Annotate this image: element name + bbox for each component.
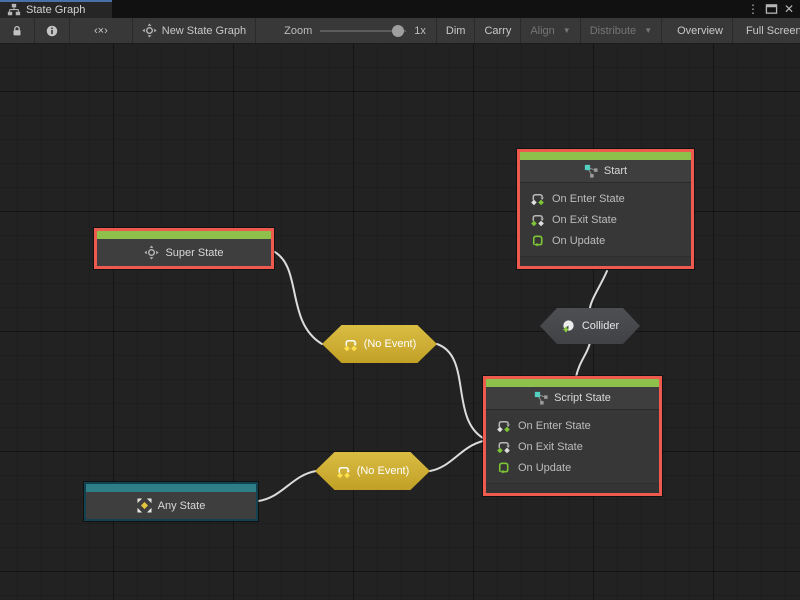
dim-button[interactable]: Dim [436, 18, 476, 43]
node-start-title: Start [604, 165, 627, 177]
wire-superstate-to-noevent1[interactable] [273, 251, 322, 344]
graph-hierarchy-icon [7, 3, 21, 17]
node-super-state-header[interactable]: Super State [97, 239, 271, 266]
tab-state-graph[interactable]: State Graph [0, 0, 112, 18]
maximize-icon[interactable] [765, 3, 778, 15]
node-any-state-title: Any State [158, 500, 206, 512]
distribute-button[interactable]: Distribute ▼ [581, 18, 662, 43]
node-any-state[interactable]: Any State [84, 482, 258, 521]
info-button[interactable] [35, 18, 70, 43]
zoom-label: Zoom [284, 25, 312, 37]
on-enter-state-icon [496, 418, 511, 433]
node-any-state-header[interactable]: Any State [86, 492, 256, 519]
wire-anystate-to-noevent2[interactable] [258, 471, 316, 501]
node-script-state-header[interactable]: Script State [486, 387, 659, 410]
on-update-icon [496, 460, 511, 475]
transition-no-event-2[interactable]: (No Event) [315, 452, 430, 490]
wire-noevent1-to-scriptstate[interactable] [437, 344, 483, 438]
event-row[interactable]: On Update [486, 457, 659, 478]
on-update-icon [530, 233, 545, 248]
node-script-state-accent-bar [486, 379, 659, 387]
info-icon [45, 24, 59, 38]
overview-button[interactable]: Overview [668, 18, 733, 43]
carry-label: Carry [484, 25, 511, 37]
align-caret-icon: ▼ [563, 26, 571, 35]
collider-icon [561, 319, 576, 334]
event-label: On Update [552, 235, 605, 247]
tab-bar: State Graph ⋮ ✕ [0, 0, 800, 18]
tab-label: State Graph [26, 4, 85, 16]
event-label: On Exit State [552, 214, 617, 226]
on-enter-state-icon [530, 191, 545, 206]
event-row[interactable]: On Enter State [486, 415, 659, 436]
on-exit-state-icon [530, 212, 545, 227]
distribute-label: Distribute [590, 25, 636, 37]
zoom-value: 1x [414, 25, 426, 37]
transition-collider[interactable]: Collider [540, 308, 640, 344]
no-event-icon [336, 464, 351, 479]
tabbar-spacer [112, 0, 747, 18]
dim-label: Dim [446, 25, 466, 37]
new-state-graph-label: New State Graph [162, 25, 246, 37]
flow-graph-icon [584, 164, 598, 178]
toolbar: ‹×› New State Graph Zoom 1x Dim Carry Al… [0, 18, 800, 44]
node-start-header[interactable]: Start [520, 160, 691, 183]
transition-label: Collider [582, 320, 619, 332]
zoom-slider[interactable] [320, 24, 406, 38]
align-label: Align [530, 25, 554, 37]
node-any-state-accent-bar [86, 484, 256, 492]
kebab-menu-icon[interactable]: ⋮ [747, 3, 759, 15]
node-super-state-accent-bar [97, 231, 271, 239]
node-start[interactable]: Start On Enter State On Exit [517, 149, 694, 269]
node-start-accent-bar [520, 152, 691, 160]
node-script-state-title: Script State [554, 392, 611, 404]
new-state-graph-button[interactable]: New State Graph [133, 18, 256, 43]
graph-canvas[interactable]: Start On Enter State On Exit [0, 44, 800, 600]
node-script-state[interactable]: Script State On Enter State O [483, 376, 662, 496]
node-script-state-footer [486, 483, 659, 493]
code-toggle-button[interactable]: ‹×› [70, 18, 133, 43]
node-super-state[interactable]: Super State [94, 228, 274, 269]
on-exit-state-icon [496, 439, 511, 454]
full-screen-button[interactable]: Full Screen [737, 18, 800, 43]
full-screen-label: Full Screen [746, 25, 800, 37]
event-row[interactable]: On Enter State [520, 188, 691, 209]
node-start-footer [520, 256, 691, 266]
event-row[interactable]: On Exit State [486, 436, 659, 457]
event-label: On Exit State [518, 441, 583, 453]
carry-button[interactable]: Carry [475, 18, 521, 43]
code-icon: ‹×› [94, 25, 108, 37]
any-state-icon [137, 498, 152, 513]
no-event-icon [343, 337, 358, 352]
zoom-slider-knob[interactable] [392, 25, 404, 37]
node-super-state-title: Super State [165, 247, 223, 259]
transition-label: (No Event) [357, 465, 410, 477]
event-label: On Enter State [552, 193, 625, 205]
overview-label: Overview [677, 25, 723, 37]
event-label: On Enter State [518, 420, 591, 432]
flow-graph-icon [534, 391, 548, 405]
event-label: On Update [518, 462, 571, 474]
state-machine-icon [144, 245, 159, 260]
lock-icon [10, 24, 24, 38]
transition-label: (No Event) [364, 338, 417, 350]
wire-noevent2-to-scriptstate[interactable] [430, 441, 483, 471]
distribute-caret-icon: ▼ [644, 26, 652, 35]
event-row[interactable]: On Exit State [520, 209, 691, 230]
state-machine-icon [142, 23, 157, 38]
align-button[interactable]: Align ▼ [521, 18, 580, 43]
event-row[interactable]: On Update [520, 230, 691, 251]
transition-no-event-1[interactable]: (No Event) [322, 325, 437, 363]
lock-button[interactable] [0, 18, 35, 43]
zoom-control: Zoom 1x [274, 18, 436, 43]
close-icon[interactable]: ✕ [784, 3, 794, 15]
